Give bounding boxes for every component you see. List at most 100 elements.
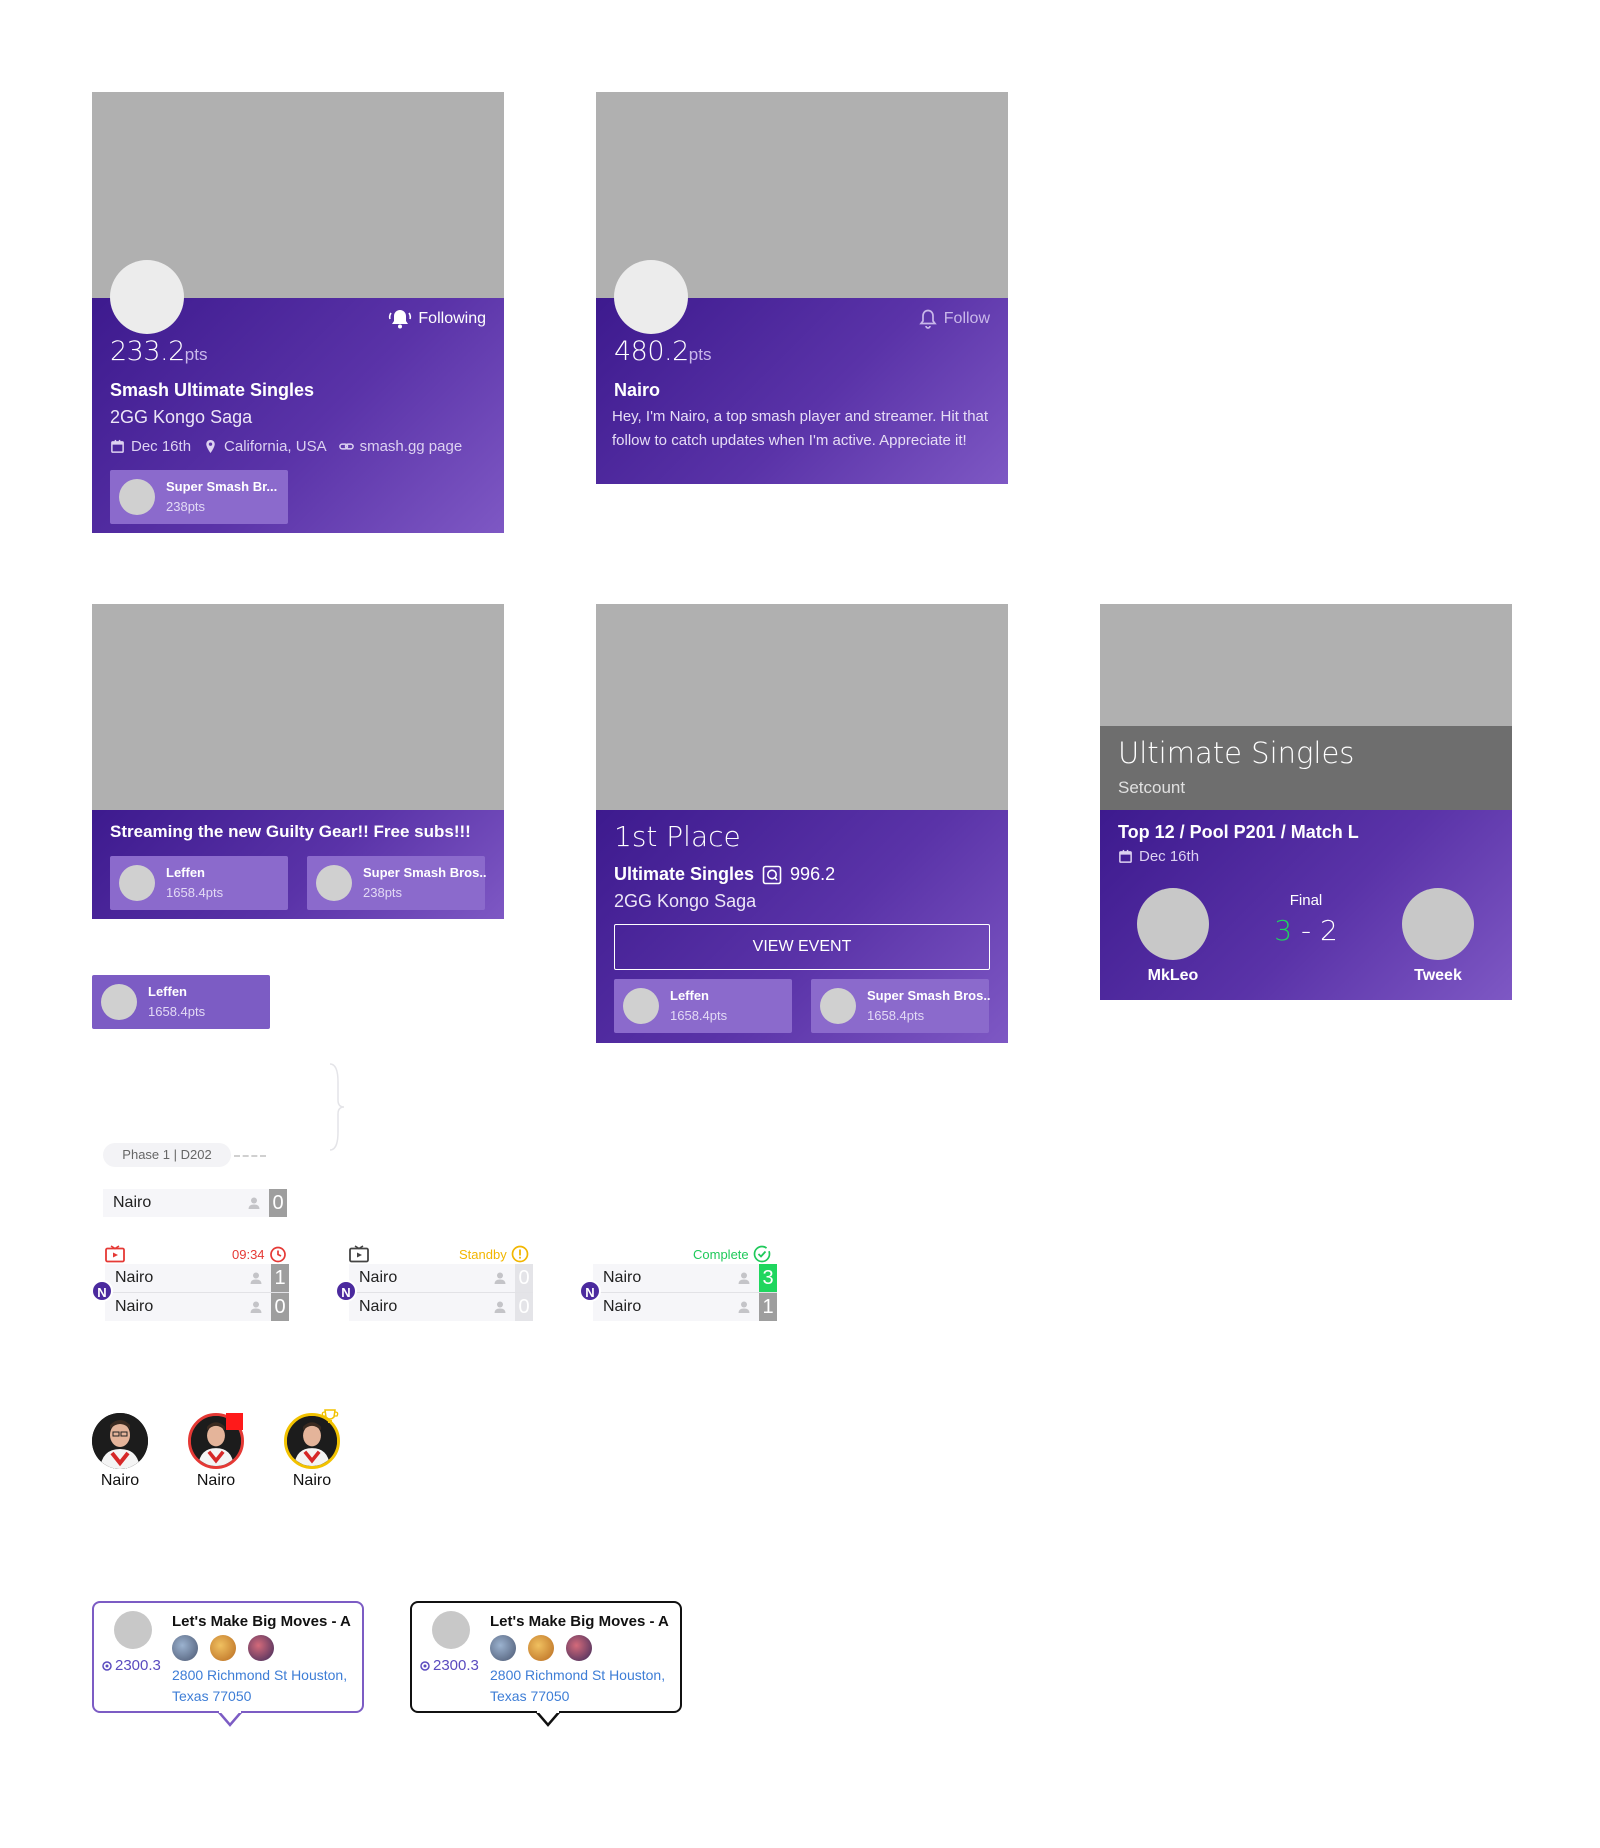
match-timer: 09:34 <box>232 1245 287 1263</box>
stream-card[interactable]: Streaming the new Guilty Gear!! Free sub… <box>92 604 504 919</box>
bracket-slot[interactable]: Nairo 0 <box>105 1293 289 1321</box>
setcount-card[interactable]: Ultimate Singles Setcount Top 12 / Pool … <box>1100 604 1512 1000</box>
live-indicator-icon <box>226 1413 243 1430</box>
player-chip[interactable]: Leffen 1658.4pts <box>110 856 288 910</box>
player-avatar[interactable] <box>92 1413 148 1469</box>
card-body: Streaming the new Guilty Gear!! Free sub… <box>92 810 504 919</box>
player-chip[interactable]: Leffen 1658.4pts <box>614 979 792 1033</box>
game-chip[interactable]: Super Smash Bros.. 1658.4pts <box>811 979 991 1033</box>
header-title: Ultimate Singles <box>1118 736 1355 770</box>
person-icon <box>494 1301 506 1313</box>
bracket-slot[interactable]: Nairo 1 <box>593 1293 777 1321</box>
event-subtitle: 2GG Kongo Saga <box>614 891 757 911</box>
bell-icon <box>919 309 937 329</box>
slot-player-name: Nairo <box>115 1298 154 1315</box>
game-icon <box>210 1635 236 1661</box>
match-standby: Standby <box>459 1245 529 1263</box>
player-name: Nairo <box>100 1472 140 1489</box>
slot-player-name: Nairo <box>115 1269 154 1286</box>
event-location: California, USA <box>224 438 327 455</box>
points-unit: pts <box>184 345 208 364</box>
bracket-slot[interactable]: Nairo 0 <box>103 1189 287 1217</box>
following-label: Following <box>418 310 486 327</box>
location-pin-icon <box>206 439 215 454</box>
person-icon <box>250 1301 262 1313</box>
player-left-name: MkLeo <box>1147 967 1199 984</box>
n-badge: N <box>91 1280 113 1302</box>
slot-score: 0 <box>269 1189 287 1217</box>
smashgg-link[interactable]: smash.gg page <box>360 438 463 455</box>
chip-points: 1658.4pts <box>148 1004 206 1019</box>
slot-player-name: Nairo <box>359 1298 398 1315</box>
chip-name: Super Smash Br... <box>166 479 278 494</box>
card-body: 1st Place Ultimate Singles 996.2 2GG Kon… <box>596 810 1008 1043</box>
points-icon <box>102 1660 112 1671</box>
slot-player-name: Nairo <box>113 1194 152 1211</box>
follow-label: Follow <box>943 310 990 327</box>
bracket-slot[interactable]: Nairo 3 <box>593 1264 777 1292</box>
chip-avatar <box>316 865 352 901</box>
bracket-slot[interactable]: Nairo 0 <box>349 1264 533 1292</box>
game-chip[interactable]: Super Smash Bros.. 238pts <box>307 856 487 910</box>
event-score-row: Ultimate Singles 996.2 <box>614 864 835 885</box>
match-status-text: Standby <box>459 1246 507 1262</box>
slot-score: 1 <box>759 1293 777 1321</box>
chip-avatar <box>820 988 856 1024</box>
venue-avatar <box>114 1611 152 1649</box>
final-label: Final <box>1289 892 1323 909</box>
placement-label: 1st Place <box>614 820 741 853</box>
person-icon <box>250 1272 262 1284</box>
game-chip[interactable]: Super Smash Br... 238pts <box>110 470 288 524</box>
chip-avatar <box>623 988 659 1024</box>
chip-points: 238pts <box>363 885 403 900</box>
chip-points: 1658.4pts <box>670 1008 728 1023</box>
venue-map-card[interactable]: 2300.3 Let's Make Big Moves - A 2800 Ric… <box>92 1601 364 1713</box>
venue-title: Let's Make Big Moves - A <box>172 1613 351 1630</box>
slot-score: 0 <box>515 1264 533 1292</box>
match-status-text: Complete <box>693 1246 749 1262</box>
chip-name: Leffen <box>670 988 709 1003</box>
player-name: Nairo <box>614 380 661 400</box>
player-name: Nairo <box>292 1472 332 1489</box>
venue-points: 2300.3 <box>420 1657 479 1674</box>
points-display: 480.2pts <box>614 336 711 367</box>
chip-avatar <box>101 984 137 1020</box>
slot-score: 0 <box>515 1293 533 1321</box>
person-icon <box>738 1272 750 1284</box>
chip-points: 1658.4pts <box>166 885 224 900</box>
phase-label[interactable]: Phase 1 | D202 <box>103 1143 231 1167</box>
bracket-slot[interactable]: Nairo 0 <box>349 1293 533 1321</box>
event-card-following[interactable]: Following 233.2pts Smash Ultimate Single… <box>92 92 504 533</box>
chip-name: Leffen <box>148 984 187 999</box>
points-icon <box>420 1660 430 1671</box>
standalone-player-chip[interactable]: Leffen 1658.4pts <box>92 975 270 1029</box>
event-name: Ultimate Singles <box>614 864 755 884</box>
brace-connector <box>329 1063 345 1151</box>
venue-address[interactable]: 2800 Richmond St Houston, Texas 77050 <box>490 1665 680 1707</box>
bracket-slot[interactable]: Nairo 1 <box>105 1264 289 1292</box>
follow-button[interactable]: Follow <box>918 308 990 330</box>
following-button[interactable]: Following <box>388 308 486 330</box>
game-icon <box>172 1635 198 1661</box>
tv-live-icon <box>105 1245 125 1263</box>
match-date: Dec 16th <box>1139 848 1200 865</box>
player-card-follow[interactable]: Follow 480.2pts Nairo Hey, I'm Nairo, a … <box>596 92 1008 484</box>
event-score: 996.2 <box>790 864 836 884</box>
event-subtitle: 2GG Kongo Saga <box>110 407 253 427</box>
player-photo-icon <box>92 1413 148 1469</box>
match-complete: Complete <box>693 1245 771 1263</box>
placement-card[interactable]: 1st Place Ultimate Singles 996.2 2GG Kon… <box>596 604 1008 1043</box>
slot-score: 0 <box>271 1293 289 1321</box>
game-icon <box>566 1635 592 1661</box>
view-event-button[interactable]: VIEW EVENT <box>614 924 990 970</box>
venue-map-card[interactable]: 2300.3 Let's Make Big Moves - A 2800 Ric… <box>410 1601 682 1713</box>
player-bio: Hey, I'm Nairo, a top smash player and s… <box>612 408 989 449</box>
calendar-icon <box>111 439 124 453</box>
points-value: 233.2 <box>110 336 185 367</box>
chip-avatar <box>119 479 155 515</box>
venue-address[interactable]: 2800 Richmond St Houston, Texas 77050 <box>172 1665 362 1707</box>
calendar-icon <box>1119 849 1132 863</box>
slot-player-name: Nairo <box>359 1269 398 1286</box>
chip-name: Super Smash Bros.. <box>867 988 991 1003</box>
person-icon <box>738 1301 750 1313</box>
